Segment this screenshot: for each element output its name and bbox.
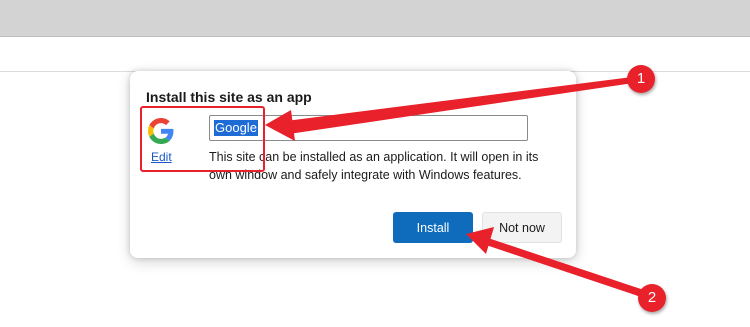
step-2-badge: 2: [638, 284, 666, 312]
step-1-badge: 1: [627, 65, 655, 93]
install-button[interactable]: Install: [393, 212, 473, 243]
browser-tab-strip: [0, 0, 750, 36]
not-now-button[interactable]: Not now: [482, 212, 562, 243]
dialog-title: Install this site as an app: [146, 89, 312, 105]
icon-highlight-box: [140, 106, 265, 172]
